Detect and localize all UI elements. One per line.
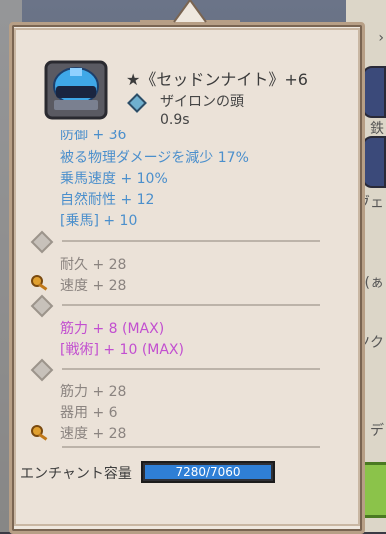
divider [62,446,320,448]
enchant-capacity-value: 7280/7060 [175,465,241,479]
right-text: 鉄 [370,121,384,137]
right-slot-icon[interactable] [362,136,386,188]
stat-line: 乗馬速度 + 10% [60,171,168,187]
right-text: (ぁ [364,275,384,291]
stat-line: [乗馬] + 10 [60,213,138,229]
divider [62,240,320,242]
item-part: ザイロンの頭 [160,94,244,110]
divider [62,368,320,370]
right-text: › [378,30,384,46]
stat-line: 速度 + 28 [60,426,127,442]
right-text: デ [370,423,384,439]
divider [62,304,320,306]
key-rune-icon [31,275,48,291]
stat-line: 被る物理ダメージを減少 17% [60,150,249,166]
item-name: ★《セッドンナイト》+6 [126,70,308,89]
enchant-capacity-label: エンチャント容量 [20,466,132,482]
right-slot-icon[interactable] [362,66,386,118]
stat-line: 筋力 + 8 (MAX) [60,321,165,337]
stat-line: 器用 + 6 [60,405,118,421]
helmet-item-icon [44,60,108,120]
panel-top-ornament-icon [140,0,240,24]
stat-line: 自然耐性 + 12 [60,192,155,208]
item-time: 0.9s [160,112,190,128]
stat-line: 速度 + 28 [60,278,127,294]
stat-line: 耐久 + 28 [60,257,127,273]
stat-line: 筋力 + 28 [60,384,127,400]
enchant-capacity-bar: 7280/7060 [141,461,275,483]
stat-line: [戦術] + 10 (MAX) [60,342,184,358]
key-rune-icon [31,425,48,441]
